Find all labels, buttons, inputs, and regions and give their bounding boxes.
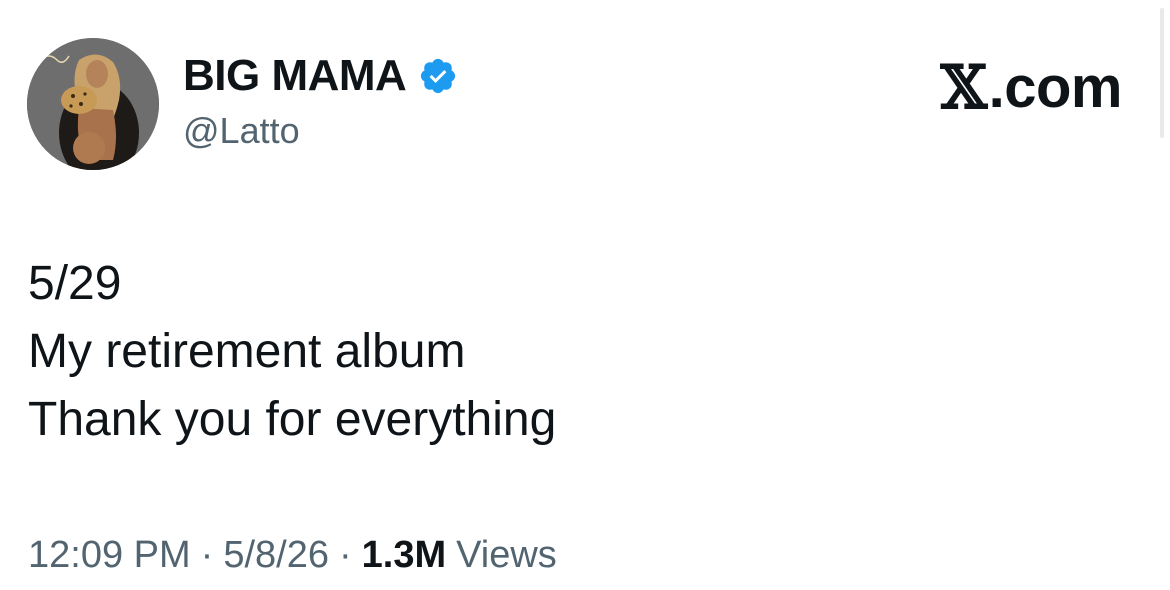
display-name[interactable]: BIG MAMA bbox=[183, 52, 407, 100]
tweet-line: 5/29 bbox=[28, 257, 122, 310]
profile-photo-icon bbox=[27, 38, 159, 170]
brand-domain: .com bbox=[988, 55, 1123, 120]
scrollbar[interactable] bbox=[1160, 8, 1164, 138]
tweet-card: BIG MAMA @Latto 𝕏 .com 5/29 My retiremen… bbox=[0, 0, 1170, 590]
avatar[interactable] bbox=[27, 38, 159, 170]
meta-separator: · bbox=[338, 534, 352, 576]
author-name-row: BIG MAMA bbox=[183, 52, 458, 100]
brand-watermark: 𝕏 .com bbox=[940, 52, 1123, 124]
tweet-line: Thank you for everything bbox=[28, 393, 557, 446]
tweet-date[interactable]: 5/8/26 bbox=[223, 530, 329, 580]
x-logo-icon: 𝕏 bbox=[940, 53, 988, 123]
verified-badge-icon[interactable] bbox=[418, 56, 458, 96]
tweet-meta: 12:09 PM · 5/8/26 · 1.3M Views bbox=[28, 530, 557, 580]
views-label: Views bbox=[456, 534, 557, 576]
tweet-line: My retirement album bbox=[28, 325, 466, 378]
tweet-text: 5/29 My retirement album Thank you for e… bbox=[28, 250, 556, 454]
meta-separator: · bbox=[200, 534, 214, 576]
author-handle[interactable]: @Latto bbox=[183, 110, 300, 152]
views-count[interactable]: 1.3M bbox=[362, 530, 446, 580]
tweet-time[interactable]: 12:09 PM bbox=[28, 530, 191, 580]
